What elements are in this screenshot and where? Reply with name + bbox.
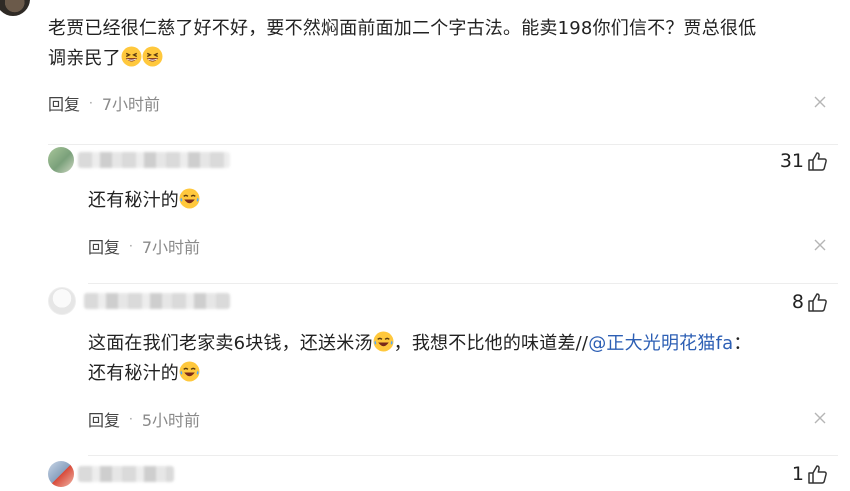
laughing-tears-emoji-icon xyxy=(179,361,200,382)
like-count[interactable]: 31 xyxy=(780,150,828,172)
reply-meta: 回复 · 5小时前 xyxy=(88,407,200,431)
divider xyxy=(88,283,838,284)
reply-button[interactable]: 回复 xyxy=(48,91,80,115)
like-count[interactable]: 1 xyxy=(792,463,828,485)
thumbs-up-icon[interactable] xyxy=(807,464,828,485)
reply-meta: 回复 · 7小时前 xyxy=(88,234,200,258)
username-blurred[interactable] xyxy=(84,293,230,309)
separator-dot: · xyxy=(129,412,133,426)
thumbs-up-icon[interactable] xyxy=(807,292,828,313)
close-icon[interactable] xyxy=(814,239,826,251)
separator-dot: · xyxy=(129,239,133,253)
comment-text: 老贾已经很仁慈了好不好，要不然焖面前面加二个字古法。能卖198你们信不？贾总很低… xyxy=(48,14,838,74)
comment-time: 7小时前 xyxy=(101,95,161,114)
reply-text: 还有秘汁的 xyxy=(88,186,200,216)
avatar[interactable] xyxy=(48,461,74,487)
reply-time: 5小时前 xyxy=(141,411,201,430)
comment-meta: 回复 · 7小时前 xyxy=(48,91,160,115)
reply-button[interactable]: 回复 xyxy=(88,407,120,431)
reply-line-1: 这面在我们老家卖6块钱，还送米汤 ，我想不比他的味道差//@正大光明花猫fa： xyxy=(88,331,752,354)
close-icon[interactable] xyxy=(814,96,826,108)
reply-text: 这面在我们老家卖6块钱，还送米汤 ，我想不比他的味道差//@正大光明花猫fa： 还… xyxy=(88,329,828,389)
grinning-squint-emoji-icon xyxy=(142,46,163,67)
username-blurred[interactable] xyxy=(78,466,174,482)
reply-button[interactable]: 回复 xyxy=(88,234,120,258)
thumbs-up-icon[interactable] xyxy=(807,151,828,172)
username-blurred[interactable] xyxy=(78,152,230,168)
grinning-squint-emoji-icon xyxy=(121,46,142,67)
divider xyxy=(48,144,838,145)
like-count[interactable]: 8 xyxy=(792,291,828,313)
comment-line-1: 老贾已经很仁慈了好不好，要不然焖面前面加二个字古法。能卖198你们信不？贾总很低 xyxy=(48,18,757,39)
comment-line-2: 调亲民了 xyxy=(48,44,838,74)
separator-dot: · xyxy=(89,96,93,110)
laughing-tears-emoji-icon xyxy=(179,188,200,209)
avatar[interactable] xyxy=(48,147,74,173)
reply-time: 7小时前 xyxy=(141,238,201,257)
reply-line-2: 还有秘汁的 xyxy=(88,359,828,389)
divider xyxy=(88,455,838,456)
laughing-tears-emoji-icon xyxy=(373,331,394,352)
close-icon[interactable] xyxy=(814,412,826,424)
mention-link[interactable]: @正大光明花猫fa xyxy=(588,333,733,354)
avatar[interactable] xyxy=(0,0,30,16)
avatar[interactable] xyxy=(48,287,76,315)
